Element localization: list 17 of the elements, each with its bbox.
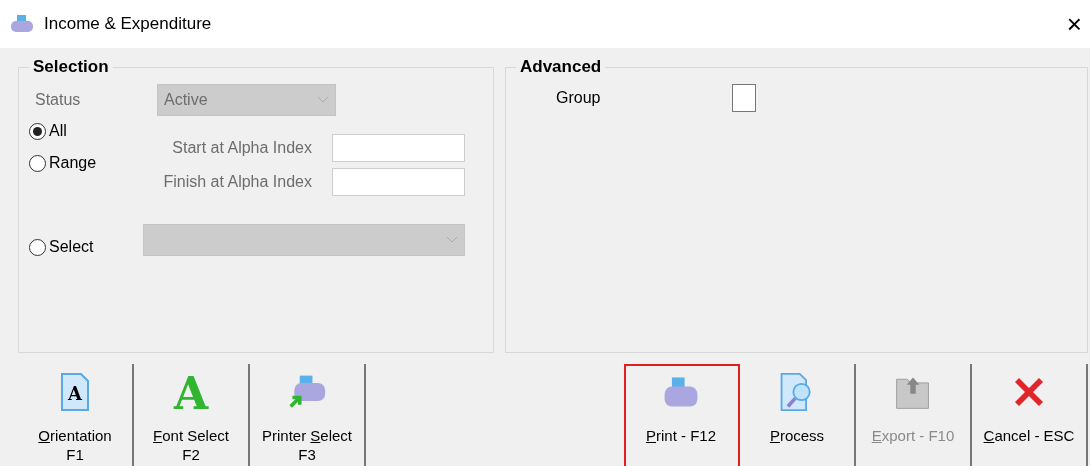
- field-label: Start at Alpha Index: [172, 139, 312, 157]
- radio-option[interactable]: Select: [29, 238, 94, 256]
- window-title: Income & Expenditure: [44, 14, 213, 34]
- checkbox[interactable]: [732, 84, 756, 112]
- chevron-icon: [446, 236, 458, 244]
- radio-option[interactable]: Range: [29, 154, 97, 172]
- close-button[interactable]: ×: [1066, 11, 1082, 37]
- radio-option[interactable]: All: [29, 122, 67, 140]
- letter-icon: A: [171, 372, 211, 412]
- chevron-icon: [317, 96, 329, 104]
- group-label: Group: [556, 89, 602, 107]
- field-label: Finish at Alpha Index: [163, 173, 312, 191]
- status-label: Status: [35, 91, 82, 109]
- printer-icon: [10, 14, 34, 34]
- input-field[interactable]: [332, 168, 465, 196]
- input-field[interactable]: [332, 134, 465, 162]
- toolbar-button[interactable]: Print - F12: [624, 364, 740, 466]
